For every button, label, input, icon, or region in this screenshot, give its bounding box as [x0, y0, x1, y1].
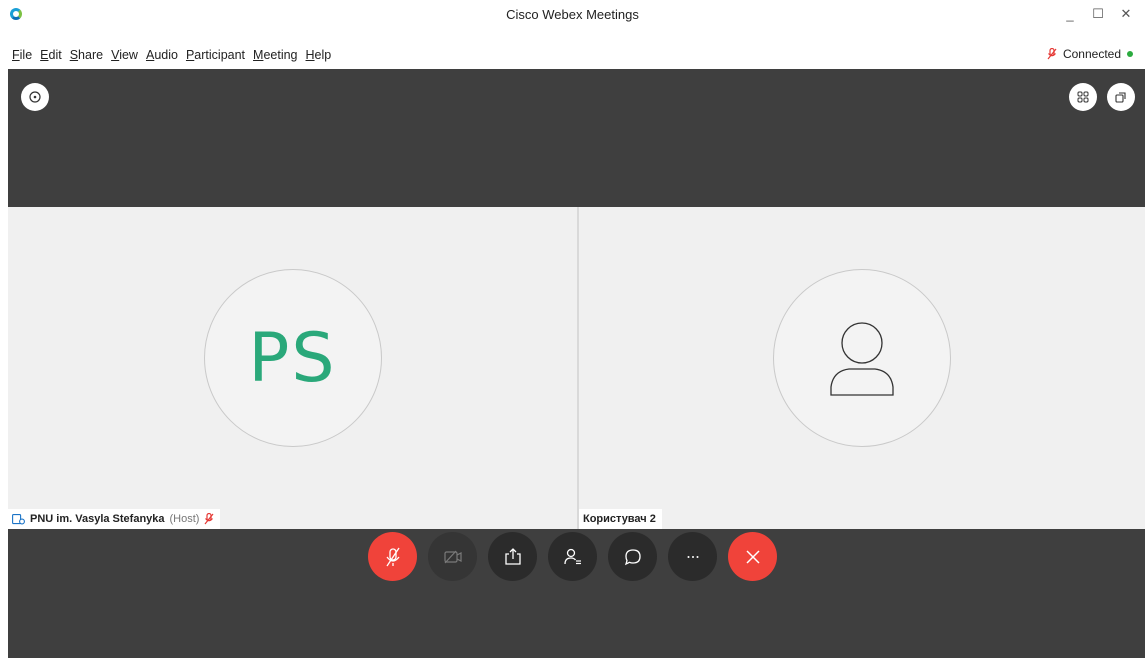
menu-meeting[interactable]: Meeting: [253, 44, 297, 66]
video-off-icon: [443, 550, 462, 563]
more-icon: [687, 555, 698, 558]
title-bar: Cisco Webex Meetings _ ☐ ✕: [0, 0, 1145, 28]
participant-name: PNU im. Vasyla Stefanyka: [30, 513, 165, 525]
participant-name-tag: Користувач 2: [579, 509, 662, 529]
user-placeholder-icon: [830, 322, 894, 396]
info-icon: [29, 91, 41, 103]
menu-share[interactable]: Share: [70, 44, 103, 66]
menu-bar: File Edit Share View Audio Participant M…: [0, 44, 331, 66]
layout-button[interactable]: [1069, 83, 1097, 111]
participants-button[interactable]: [548, 532, 597, 581]
share-icon: [504, 547, 521, 565]
share-button[interactable]: [488, 532, 537, 581]
host-device-icon: [12, 513, 25, 524]
menu-edit[interactable]: Edit: [40, 44, 62, 66]
avatar: PS: [203, 269, 382, 447]
end-meeting-icon: [745, 549, 760, 564]
minimize-button[interactable]: _: [1057, 4, 1083, 24]
chat-icon: [624, 548, 641, 565]
mic-muted-icon: [385, 547, 400, 566]
avatar-initials: PS: [248, 318, 337, 398]
mic-muted-icon: [1047, 48, 1057, 60]
participant-role: (Host): [169, 513, 200, 525]
connection-status-text: Connected: [1062, 47, 1121, 61]
grid-layout-icon: [1077, 91, 1089, 103]
menu-view[interactable]: View: [111, 44, 138, 66]
participant-name-tag: PNU im. Vasyla Stefanyka (Host): [8, 509, 221, 529]
popout-icon: [1115, 92, 1126, 103]
connection-status: Connected: [1047, 47, 1133, 61]
maximize-button[interactable]: ☐: [1085, 4, 1111, 24]
video-button[interactable]: [428, 532, 477, 581]
meeting-controls: [368, 532, 777, 581]
participant-tile[interactable]: PS PNU im. Vasyla Stefanyka (Host): [8, 207, 577, 529]
menu-participant[interactable]: Participant: [186, 44, 245, 66]
status-dot: [1127, 51, 1133, 57]
close-button[interactable]: ✕: [1113, 4, 1139, 24]
menu-help[interactable]: Help: [306, 44, 332, 66]
popout-button[interactable]: [1107, 83, 1135, 111]
meeting-info-button[interactable]: [21, 83, 49, 111]
participant-tile[interactable]: Користувач 2: [579, 207, 1145, 529]
window-controls: _ ☐ ✕: [1057, 4, 1139, 24]
mic-muted-icon: [205, 513, 214, 525]
avatar: [773, 269, 951, 447]
end-meeting-button[interactable]: [728, 532, 777, 581]
mute-button[interactable]: [368, 532, 417, 581]
window-title: Cisco Webex Meetings: [506, 7, 639, 22]
participants-icon: [563, 548, 581, 564]
participant-name: Користувач 2: [583, 513, 656, 525]
more-options-button[interactable]: [668, 532, 717, 581]
menu-file[interactable]: File: [12, 44, 32, 66]
video-grid: PS PNU im. Vasyla Stefanyka (Host) Корис…: [8, 207, 1145, 529]
chat-button[interactable]: [608, 532, 657, 581]
menu-audio[interactable]: Audio: [146, 44, 178, 66]
